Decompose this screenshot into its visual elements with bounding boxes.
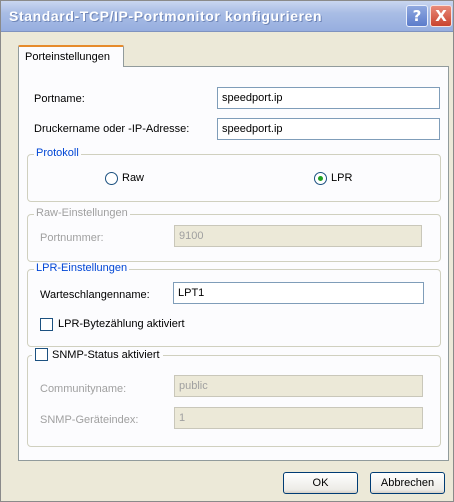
lpr-radio-label: LPR bbox=[331, 172, 353, 184]
snmp-device-index-label: SNMP-Geräteindex: bbox=[40, 414, 139, 426]
queue-name-label: Warteschlangenname: bbox=[40, 289, 150, 301]
lpr-radio[interactable] bbox=[314, 172, 327, 185]
port-number-label: Portnummer: bbox=[40, 232, 104, 244]
protocol-group: Protokoll Raw LPR bbox=[27, 147, 441, 202]
port-name-label: Portname: bbox=[34, 93, 85, 105]
close-button[interactable]: X bbox=[430, 5, 452, 27]
help-icon: ? bbox=[412, 7, 422, 25]
title-bar[interactable]: Standard-TCP/IP-Portmonitor konfiguriere… bbox=[1, 1, 453, 32]
lpr-byte-count-label: LPR-Bytezählung aktiviert bbox=[58, 318, 185, 330]
snmp-group-title[interactable]: SNMP-Status aktiviert bbox=[32, 348, 163, 361]
community-name-label: Communityname: bbox=[40, 383, 127, 395]
snmp-status-label: SNMP-Status aktiviert bbox=[52, 348, 160, 361]
tab-label: Porteinstellungen bbox=[25, 51, 111, 63]
port-name-input[interactable]: speedport.ip bbox=[217, 87, 440, 109]
snmp-device-index-input[interactable]: 1 bbox=[174, 407, 423, 429]
ok-button[interactable]: OK bbox=[283, 472, 358, 494]
raw-settings-group: Raw-Einstellungen Portnummer: 9100 bbox=[27, 207, 441, 262]
cancel-button[interactable]: Abbrechen bbox=[370, 472, 445, 494]
snmp-group: SNMP-Status aktiviert Communityname: pub… bbox=[27, 348, 441, 447]
lpr-settings-group: LPR-Einstellungen Warteschlangenname: LP… bbox=[27, 262, 441, 347]
dialog-window: Standard-TCP/IP-Portmonitor konfiguriere… bbox=[0, 0, 454, 502]
printer-address-label: Druckername oder -IP-Adresse: bbox=[34, 123, 190, 135]
tab-porteinstellungen[interactable]: Porteinstellungen bbox=[18, 45, 124, 67]
lpr-byte-count-checkbox[interactable] bbox=[40, 318, 53, 331]
raw-settings-title: Raw-Einstellungen bbox=[34, 207, 130, 219]
community-name-input[interactable]: public bbox=[174, 375, 423, 397]
window-title: Standard-TCP/IP-Portmonitor konfiguriere… bbox=[9, 8, 323, 24]
tab-panel: Portname: speedport.ip Druckername oder … bbox=[18, 66, 449, 461]
raw-radio[interactable] bbox=[105, 172, 118, 185]
queue-name-input[interactable]: LPT1 bbox=[173, 282, 424, 304]
radio-selected-dot bbox=[318, 176, 323, 181]
lpr-settings-title: LPR-Einstellungen bbox=[34, 262, 130, 274]
protocol-group-title: Protokoll bbox=[34, 147, 81, 159]
raw-radio-label: Raw bbox=[122, 172, 145, 184]
port-number-input[interactable]: 9100 bbox=[174, 225, 422, 247]
printer-address-input[interactable]: speedport.ip bbox=[217, 118, 440, 140]
help-button[interactable]: ? bbox=[406, 5, 428, 27]
close-icon: X bbox=[435, 7, 447, 25]
snmp-status-checkbox[interactable] bbox=[35, 348, 48, 361]
